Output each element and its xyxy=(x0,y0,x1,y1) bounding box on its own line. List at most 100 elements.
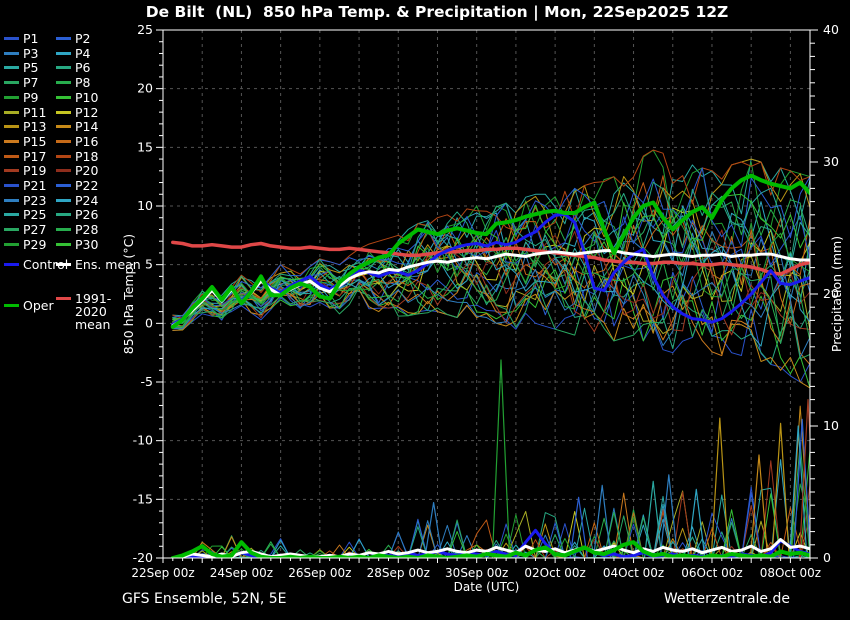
site-credit-label: Wetterzentrale.de xyxy=(663,591,790,607)
ensemble-member-temp-line xyxy=(172,215,810,325)
legend-color-line xyxy=(56,95,71,99)
meteogram-page: De Bilt (NL) 850 hPa Temp. & Precipitati… xyxy=(0,0,850,620)
legend-color-line xyxy=(56,125,71,129)
legend-item-p19: P19 xyxy=(4,164,46,177)
legend-label: P2 xyxy=(75,31,91,46)
legend-color-line xyxy=(56,242,71,246)
legend-color-line xyxy=(56,263,71,266)
right-tick-label: 0 xyxy=(823,550,831,565)
legend-color-line xyxy=(56,81,71,85)
legend-color-line xyxy=(56,154,71,158)
legend-item-p7: P7 xyxy=(4,76,39,89)
legend-item-p14: P14 xyxy=(56,120,98,133)
legend-color-line xyxy=(56,184,71,187)
legend-label: Oper xyxy=(23,298,54,313)
right-tick-label: 30 xyxy=(823,154,839,169)
legend-label: P29 xyxy=(23,236,47,252)
legend-label: P8 xyxy=(75,75,91,91)
legend-label: P27 xyxy=(23,222,47,238)
legend-label: P13 xyxy=(23,119,47,135)
legend-item-p15: P15 xyxy=(4,135,46,148)
legend-label: P22 xyxy=(75,178,99,193)
legend-label: P21 xyxy=(23,178,47,193)
right-axis-title: Precipitation (mm) xyxy=(829,236,844,352)
legend-color-line xyxy=(56,213,71,217)
legend-label: P7 xyxy=(23,75,39,91)
legend-color-line xyxy=(4,242,19,246)
legend-item-p26: P26 xyxy=(56,208,98,221)
legend-label: P10 xyxy=(75,89,99,105)
legend-item-p18: P18 xyxy=(56,150,98,163)
legend-color-line xyxy=(4,184,19,187)
legend-item-p13: P13 xyxy=(4,120,46,133)
legend-item-p8: P8 xyxy=(56,76,91,89)
legend-item-p3: P3 xyxy=(4,47,39,60)
legend-item-p5: P5 xyxy=(4,61,39,74)
legend-color-line xyxy=(4,198,19,202)
legend-label: P1 xyxy=(23,31,39,46)
x-tick-label: 08Oct 00z xyxy=(760,566,821,580)
legend-color-line xyxy=(4,95,19,99)
legend-color-line xyxy=(56,169,71,173)
legend-item-p9: P9 xyxy=(4,91,39,104)
legend-color-line xyxy=(4,37,19,40)
legend-label: P18 xyxy=(75,148,99,164)
plot-series xyxy=(170,149,810,558)
legend-color-line xyxy=(4,125,19,129)
legend-label: P17 xyxy=(23,148,47,164)
legend-color-line xyxy=(4,154,19,158)
legend-color-line xyxy=(4,169,19,173)
legend-item-p30: P30 xyxy=(56,238,98,251)
notable-precip-spike xyxy=(771,422,790,558)
legend-label: 1991-2020 mean xyxy=(75,291,112,332)
legend-color-line xyxy=(4,81,19,85)
legend-item-p17: P17 xyxy=(4,150,46,163)
legend-color-line xyxy=(4,263,19,266)
legend-color-line xyxy=(4,213,19,217)
legend-item-p10: P10 xyxy=(56,91,98,104)
legend-item-p23: P23 xyxy=(4,194,46,207)
legend-label: P20 xyxy=(75,163,99,179)
legend-label: P11 xyxy=(23,104,47,120)
legend-label: P30 xyxy=(75,236,99,252)
legend-color-line xyxy=(4,66,19,70)
x-tick-label: 22Sep 00z xyxy=(131,566,194,580)
legend-item-p28: P28 xyxy=(56,223,98,236)
legend-item-p4: P4 xyxy=(56,47,91,60)
legend-label: P4 xyxy=(75,45,91,61)
legend-color-line xyxy=(56,66,71,70)
right-tick-label: 40 xyxy=(823,22,839,37)
legend-label: P24 xyxy=(75,192,99,208)
x-tick-label: 04Oct 00z xyxy=(603,566,664,580)
legend-label: P12 xyxy=(75,104,99,120)
legend-label: P6 xyxy=(75,60,91,76)
legend-color-line xyxy=(56,228,71,232)
legend-label: Ens. mean xyxy=(75,257,141,272)
legend-item-p29: P29 xyxy=(4,238,46,251)
left-tick-label: -10 xyxy=(133,433,153,448)
ensemble-member-temp-line xyxy=(172,262,810,366)
legend-label: P3 xyxy=(23,45,39,61)
legend-item-p20: P20 xyxy=(56,164,98,177)
legend-label: P16 xyxy=(75,133,99,149)
legend-item-p11: P11 xyxy=(4,106,46,119)
legend-item-p2: P2 xyxy=(56,32,91,45)
model-location-label: GFS Ensemble, 52N, 5E xyxy=(122,591,287,607)
legend-color-line xyxy=(4,304,19,307)
legend-color-line xyxy=(4,110,19,114)
right-tick-label: 10 xyxy=(823,418,839,433)
legend-item-p16: P16 xyxy=(56,135,98,148)
legend-item-p27: P27 xyxy=(4,223,46,236)
legend-label: P15 xyxy=(23,133,47,149)
legend-color-line xyxy=(4,51,19,55)
legend-label: P19 xyxy=(23,163,47,179)
legend-item-ens-mean: Ens. mean xyxy=(56,258,141,271)
x-tick-label: 02Oct 00z xyxy=(524,566,585,580)
legend-color-line xyxy=(56,110,71,114)
legend-color-line xyxy=(56,51,71,55)
left-tick-label: -20 xyxy=(133,550,153,565)
legend-item-p21: P21 xyxy=(4,179,46,192)
legend-label: P25 xyxy=(23,207,47,223)
x-tick-label: 06Oct 00z xyxy=(681,566,742,580)
legend-item-p1: P1 xyxy=(4,32,39,45)
